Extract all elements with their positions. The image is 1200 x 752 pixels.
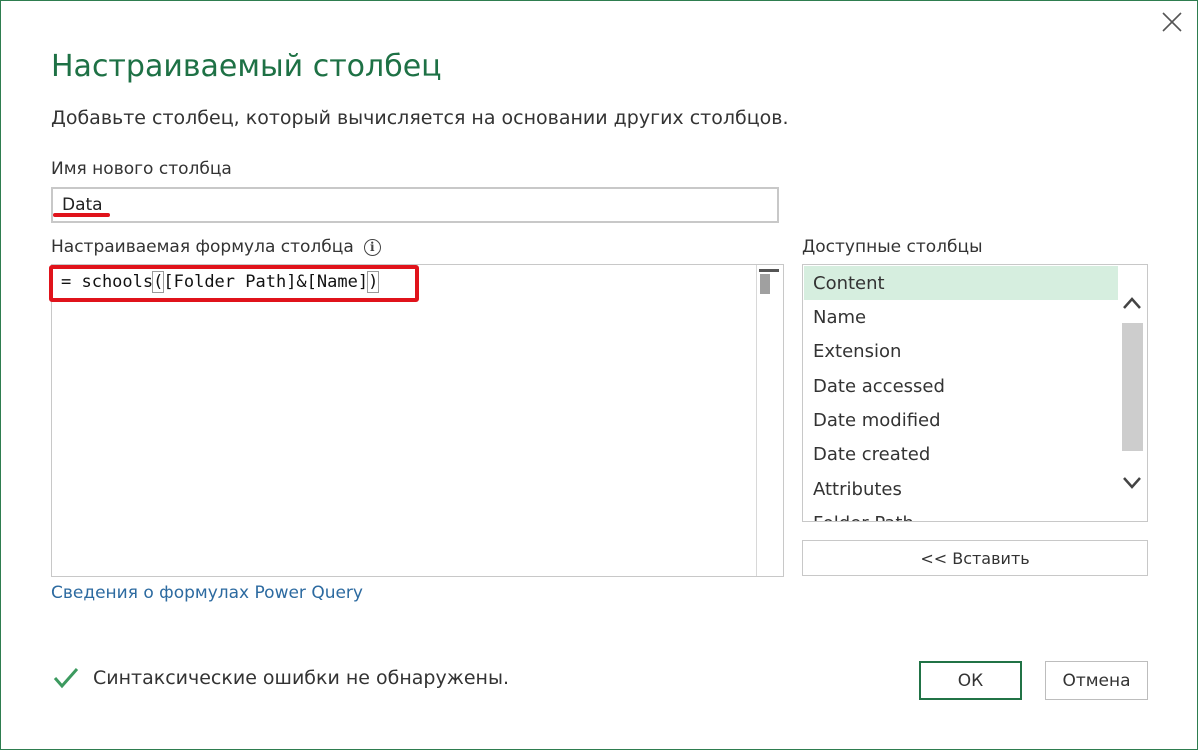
custom-column-dialog: Настраиваемый столбец Добавьте столбец, … — [0, 0, 1198, 750]
columns-scrollbar[interactable] — [1118, 265, 1147, 521]
columns-scrollbar-thumb[interactable] — [1122, 323, 1143, 451]
list-item[interactable]: Name — [804, 300, 1118, 334]
info-icon[interactable]: i — [363, 238, 381, 256]
formula-scrollbar[interactable] — [756, 265, 783, 576]
ok-button[interactable]: ОК — [919, 661, 1022, 700]
list-item[interactable]: Extension — [804, 334, 1118, 368]
list-item[interactable]: Folder Path — [804, 506, 1118, 522]
power-query-docs-link[interactable]: Сведения о формулах Power Query — [51, 583, 363, 603]
column-name-value: Data — [62, 195, 103, 215]
scroll-down-button[interactable] — [1120, 471, 1144, 495]
dialog-title: Настраиваемый столбец — [51, 49, 442, 84]
available-columns-label: Доступные столбцы — [802, 237, 983, 257]
close-button[interactable] — [1157, 7, 1187, 37]
formula-label: Настраиваемая формула столбца i — [51, 237, 381, 257]
syntax-status: Синтаксические ошибки не обнаружены. — [53, 667, 509, 689]
list-item[interactable]: Attributes — [804, 472, 1118, 506]
chevron-up-icon — [1123, 297, 1141, 309]
formula-highlight-annotation — [49, 265, 419, 302]
list-item[interactable]: Content — [804, 266, 1118, 300]
column-name-input[interactable]: Data — [51, 187, 779, 223]
column-name-underline-annotation — [53, 213, 110, 217]
list-item[interactable]: Date accessed — [804, 369, 1118, 403]
formula-scrollbar-cap — [759, 269, 779, 272]
formula-editor[interactable] — [51, 264, 784, 577]
chevron-down-icon — [1123, 477, 1141, 489]
available-columns-list[interactable]: Content Name Extension Date accessed Dat… — [802, 264, 1148, 522]
column-name-label: Имя нового столбца — [51, 159, 232, 179]
list-item[interactable]: Date created — [804, 437, 1118, 471]
checkmark-icon — [53, 668, 79, 689]
syntax-status-text: Синтаксические ошибки не обнаружены. — [93, 667, 510, 689]
list-item[interactable]: Date modified — [804, 403, 1118, 437]
scroll-up-button[interactable] — [1120, 291, 1144, 315]
formula-scrollbar-thumb[interactable] — [760, 274, 770, 294]
insert-button[interactable]: << Вставить — [802, 540, 1148, 576]
dialog-subtitle: Добавьте столбец, который вычисляется на… — [51, 107, 789, 129]
formula-label-text: Настраиваемая формула столбца — [51, 237, 354, 257]
close-icon — [1162, 12, 1182, 32]
cancel-button[interactable]: Отмена — [1045, 661, 1148, 700]
